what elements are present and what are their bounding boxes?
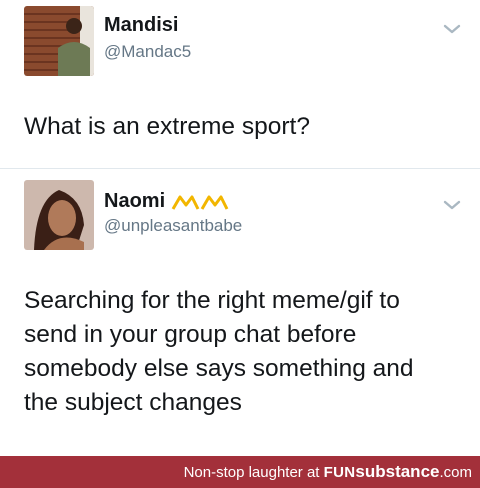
crown-emoji-icon [171,195,229,210]
tweet-text-line: the subject changes [24,389,242,416]
banner-suffix: .com [439,463,472,481]
banner-prefix: Non-stop laughter at [183,463,324,481]
tweet-text-line: somebody else says something and [24,355,414,382]
banner-brand-bold: FUN [323,463,356,481]
tweet-text-line: send in your group chat before [24,321,357,348]
watermark-banner[interactable]: Non-stop laughter at FUN substance .com [0,456,480,488]
author-name[interactable]: Naomi [104,190,165,213]
tweet-text: Searching for the right meme/gif to send… [24,284,414,420]
tweet-naomi: Naomi @unpleasantbabe Searching for the … [0,170,480,456]
banner-brand-rest: substance [355,462,440,481]
divider [0,168,480,169]
author-handle[interactable]: @unpleasantbabe [104,216,242,236]
tweet-text: What is an extreme sport? [24,113,310,140]
chevron-down-icon[interactable] [442,198,462,212]
author-handle[interactable]: @Mandac5 [104,42,191,62]
tweet-mandisi: Mandisi @Mandac5 What is an extreme spor… [0,0,480,170]
avatar-naomi[interactable] [24,180,94,250]
avatar-mandisi[interactable] [24,6,94,76]
author-name-row: Naomi [104,190,229,213]
author-name[interactable]: Mandisi [104,14,178,37]
tweet-text-line: Searching for the right meme/gif to [24,287,400,314]
chevron-down-icon[interactable] [442,22,462,36]
